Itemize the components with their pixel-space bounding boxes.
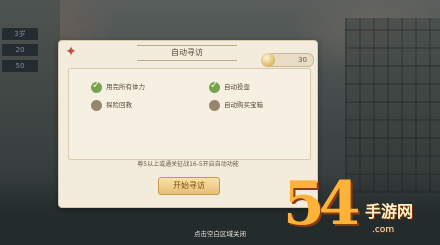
checkbox-checked-icon[interactable] — [91, 80, 102, 93]
dialog-title-bar: 自动寻访 — [137, 45, 237, 61]
options-panel: 用完所有体力 自动投壶 探险回救 自动购买宝箱 — [68, 68, 311, 160]
option-label: 探险回救 — [106, 101, 132, 109]
option-label: 自动投壶 — [224, 83, 250, 91]
stamina-counter: 30 — [261, 53, 314, 67]
start-visit-button[interactable]: 开始寻访 — [158, 177, 220, 195]
checkbox-unchecked-icon[interactable] — [209, 100, 220, 111]
checkbox-unchecked-icon[interactable] — [91, 100, 102, 111]
watermark-logo: 54 — [283, 169, 361, 239]
dialog-title: 自动寻访 — [171, 48, 203, 57]
watermark-text: 手游网 — [365, 202, 414, 221]
counter-value: 30 — [298, 56, 307, 64]
option-label: 自动购买宝箱 — [224, 101, 263, 109]
unlock-hint: 尊5以上或通关征战16-5开启自动功能 — [137, 161, 239, 168]
start-visit-label: 开始寻访 — [173, 181, 205, 190]
ornament-icon: ✦ — [65, 44, 77, 60]
coin-icon — [261, 53, 275, 67]
watermark-url: .com — [372, 225, 395, 235]
option-label: 用完所有体力 — [106, 83, 145, 91]
checkbox-checked-icon[interactable] — [209, 80, 220, 93]
